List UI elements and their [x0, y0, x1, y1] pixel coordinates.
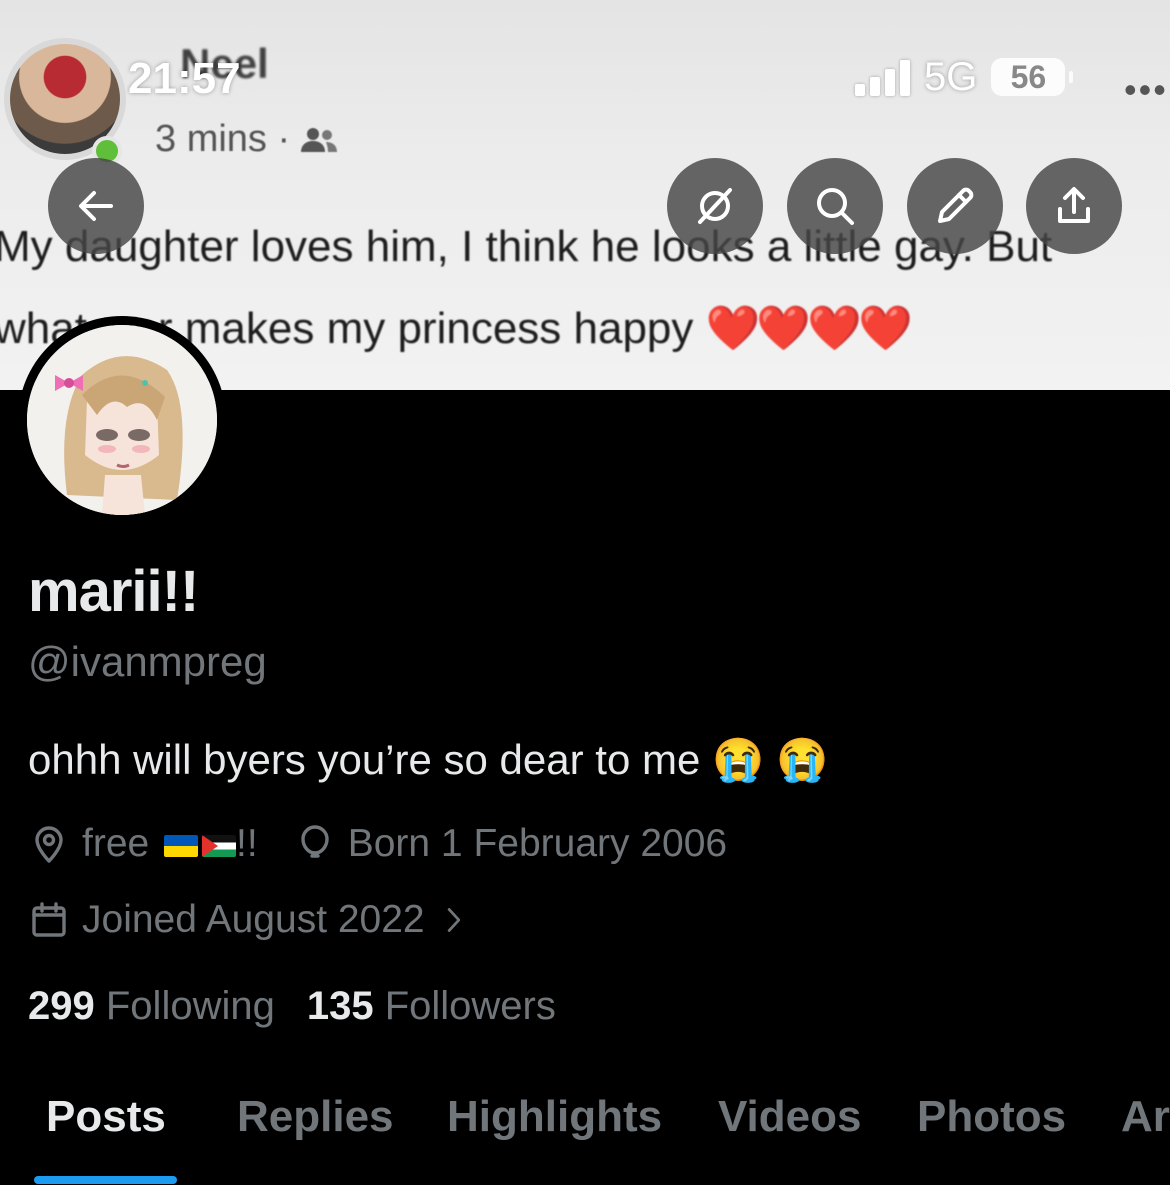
- battery-icon: 56: [991, 58, 1074, 96]
- anime-girl-avatar-image: [27, 325, 217, 515]
- joined-text: Joined August 2022: [82, 898, 425, 941]
- back-arrow-icon: [79, 191, 113, 221]
- followers-count: 135: [306, 984, 374, 1028]
- network-type: 5G: [924, 54, 978, 99]
- birthday-text: Born 1 February 2006: [347, 822, 728, 865]
- tab-photos[interactable]: Photos: [917, 1092, 1066, 1142]
- share-icon: [1058, 187, 1090, 223]
- tab-articles[interactable]: Ar: [1121, 1092, 1170, 1142]
- profile-joined[interactable]: Joined August 2022: [28, 898, 471, 942]
- banner-post-meta: 3 mins ·: [155, 118, 338, 161]
- location-pin-icon: [35, 826, 63, 863]
- cellular-signal-icon: [855, 58, 910, 96]
- more-dots-icon: •••: [1124, 69, 1168, 110]
- avatar-illustration: [27, 325, 217, 515]
- following-link[interactable]: 299 Following: [28, 984, 275, 1029]
- grok-button[interactable]: [667, 158, 763, 254]
- battery-level: 56: [1010, 58, 1047, 95]
- profile-joined-row[interactable]: Joined August 2022: [28, 898, 471, 942]
- ukraine-flag-icon: [164, 834, 199, 857]
- profile-handle: @ivanmpreg: [28, 638, 267, 685]
- chevron-right-icon: [447, 908, 460, 932]
- profile-birthday: Born 1 February 2006: [294, 822, 727, 866]
- profile-meta-row-1: free !! Born 1 February 2006: [28, 822, 727, 866]
- back-button[interactable]: [48, 158, 144, 254]
- following-count: 299: [28, 984, 95, 1028]
- active-tab-indicator: [34, 1176, 177, 1184]
- search-button[interactable]: [787, 158, 883, 254]
- followers-label: Followers: [384, 984, 556, 1028]
- tab-videos[interactable]: Videos: [718, 1092, 861, 1142]
- grok-icon: [698, 188, 732, 224]
- share-button[interactable]: [1026, 158, 1122, 254]
- location-text: free: [82, 822, 150, 865]
- search-icon: [817, 188, 854, 225]
- followers-link[interactable]: 135 Followers: [307, 984, 556, 1029]
- location-suffix: !!: [236, 822, 258, 865]
- edit-pencil-icon: [938, 187, 974, 223]
- profile-location: free !!: [28, 822, 258, 866]
- tab-highlights[interactable]: Highlights: [447, 1092, 662, 1142]
- tab-posts[interactable]: Posts: [46, 1092, 166, 1142]
- heart-emojis: ❤️❤️❤️❤️: [705, 304, 913, 353]
- status-bar-indicators: 5G 56: [855, 52, 1074, 102]
- profile-avatar[interactable]: [18, 316, 226, 524]
- profile-tabs: Posts Replies Highlights Videos Photos A…: [0, 1092, 1170, 1185]
- friends-audience-icon: [301, 127, 338, 152]
- following-label: Following: [105, 984, 275, 1028]
- calendar-icon: [32, 902, 66, 937]
- tab-replies[interactable]: Replies: [237, 1092, 394, 1142]
- profile-bio: ohhh will byers you’re so dear to me 😭 😭: [28, 736, 829, 783]
- status-bar-time: 21:57: [128, 54, 241, 103]
- palestine-flag-icon: [202, 834, 237, 857]
- banner-post-time: 3 mins ·: [155, 118, 291, 160]
- edit-button[interactable]: [907, 158, 1003, 254]
- balloon-icon: [301, 825, 329, 858]
- follow-stats: 299 Following 135 Followers: [28, 984, 556, 1029]
- profile-display-name: marii!!: [28, 559, 199, 624]
